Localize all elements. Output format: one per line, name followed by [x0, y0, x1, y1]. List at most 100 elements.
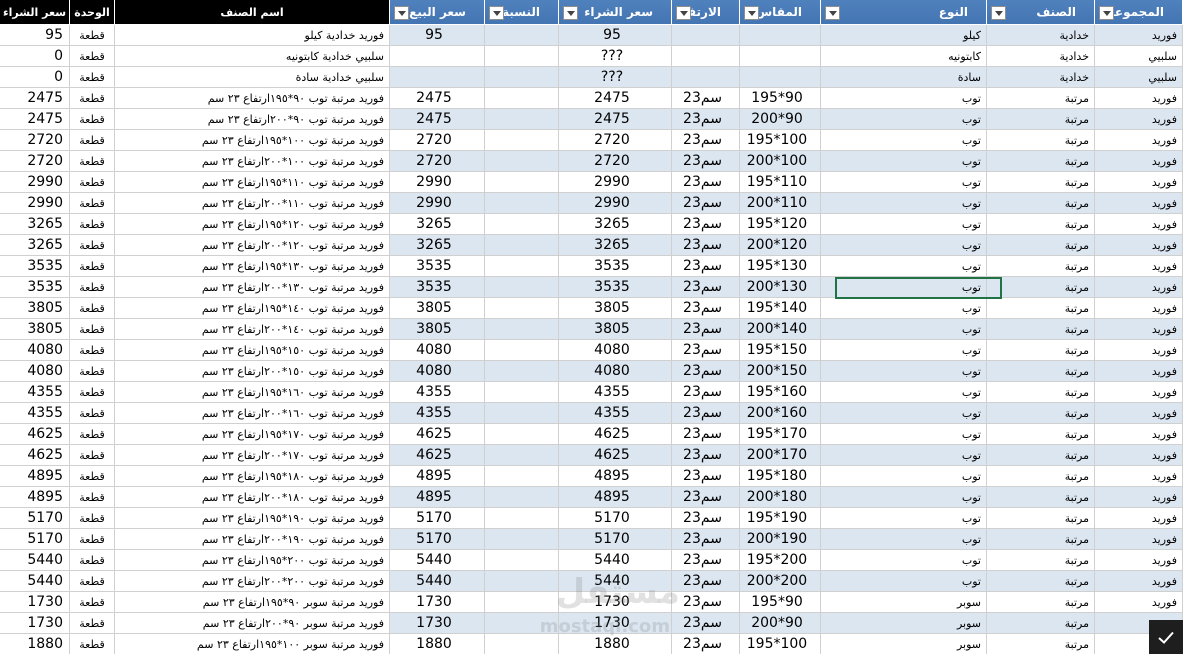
cell-height[interactable]: 23سم [672, 487, 740, 508]
cell-ratio[interactable] [485, 256, 559, 277]
cell-ratio[interactable] [485, 634, 559, 654]
cell-sale-price[interactable]: 2720 [390, 130, 485, 151]
cell-ratio[interactable] [485, 613, 559, 634]
cell-category[interactable]: مرتبة [987, 256, 1095, 277]
cell-size[interactable] [740, 67, 821, 88]
col-header-unit[interactable]: الوحدة [70, 0, 115, 25]
cell-sale-price[interactable] [390, 46, 485, 67]
cell-unit[interactable]: قطعة [70, 235, 115, 256]
cell-sale-price[interactable]: 1880 [390, 634, 485, 654]
cell-category[interactable]: مرتبة [987, 130, 1095, 151]
cell-type[interactable]: توب [821, 130, 987, 151]
cell-ratio[interactable] [485, 529, 559, 550]
cell-size[interactable]: 200*90 [740, 109, 821, 130]
cell-size[interactable]: 195*180 [740, 466, 821, 487]
cell-purchase-price-2[interactable]: 2990 [559, 172, 672, 193]
cell-item-name[interactable]: فوريد مرتبة توب ١٢٠*٢٠٠ارتفاع ٢٣ سم [115, 235, 390, 256]
cell-purchase-price-2[interactable]: 3535 [559, 277, 672, 298]
cell-item-name[interactable]: فوريد مرتبة توب ١٠٠*١٩٥ارتفاع ٢٣ سم [115, 130, 390, 151]
cell-purchase-price-1[interactable]: 4080 [0, 361, 70, 382]
cell-item-name[interactable]: فوريد مرتبة توب ١٣٠*٢٠٠ارتفاع ٢٣ سم [115, 277, 390, 298]
cell-group[interactable]: فوريد [1095, 88, 1183, 109]
cell-ratio[interactable] [485, 550, 559, 571]
cell-group[interactable]: فوريد [1095, 235, 1183, 256]
cell-size[interactable] [740, 25, 821, 46]
cell-type[interactable]: توب [821, 214, 987, 235]
cell-category[interactable]: مرتبة [987, 319, 1095, 340]
cell-category[interactable]: خدادية [987, 25, 1095, 46]
cell-sale-price[interactable]: 3535 [390, 256, 485, 277]
cell-type[interactable]: توب [821, 571, 987, 592]
cell-size[interactable]: 200*200 [740, 571, 821, 592]
cell-item-name[interactable]: فوريد خدادية كيلو [115, 25, 390, 46]
cell-category[interactable]: مرتبة [987, 508, 1095, 529]
cell-sale-price[interactable]: 1730 [390, 613, 485, 634]
cell-purchase-price-2[interactable]: 1880 [559, 634, 672, 654]
cell-ratio[interactable] [485, 571, 559, 592]
cell-purchase-price-1[interactable]: 3265 [0, 235, 70, 256]
cell-category[interactable]: مرتبة [987, 340, 1095, 361]
cell-ratio[interactable] [485, 151, 559, 172]
cell-category[interactable]: مرتبة [987, 424, 1095, 445]
col-header-ratio[interactable]: النسبة [485, 0, 559, 25]
cell-size[interactable]: 200*140 [740, 319, 821, 340]
cell-size[interactable]: 200*160 [740, 403, 821, 424]
cell-group[interactable]: فوريد [1095, 529, 1183, 550]
cell-unit[interactable]: قطعة [70, 487, 115, 508]
filter-dropdown-icon[interactable] [744, 6, 759, 20]
cell-purchase-price-1[interactable]: 4625 [0, 445, 70, 466]
cell-purchase-price-2[interactable]: 4080 [559, 340, 672, 361]
cell-item-name[interactable]: فوريد مرتبة توب ١٩٠*١٩٥ارتفاع ٢٣ سم [115, 508, 390, 529]
cell-height[interactable]: 23سم [672, 445, 740, 466]
cell-ratio[interactable] [485, 487, 559, 508]
cell-purchase-price-1[interactable]: 4355 [0, 382, 70, 403]
cell-category[interactable]: مرتبة [987, 445, 1095, 466]
cell-ratio[interactable] [485, 214, 559, 235]
cell-purchase-price-1[interactable]: 4895 [0, 466, 70, 487]
cell-height[interactable]: 23سم [672, 571, 740, 592]
cell-unit[interactable]: قطعة [70, 592, 115, 613]
cell-group[interactable]: فوريد [1095, 361, 1183, 382]
cell-item-name[interactable]: فوريد مرتبة توب ١٤٠*٢٠٠ارتفاع ٢٣ سم [115, 319, 390, 340]
cell-group[interactable]: فوريد [1095, 214, 1183, 235]
cell-unit[interactable]: قطعة [70, 214, 115, 235]
cell-height[interactable]: 23سم [672, 592, 740, 613]
cell-unit[interactable]: قطعة [70, 319, 115, 340]
cell-group[interactable]: فوريد [1095, 130, 1183, 151]
cell-height[interactable]: 23سم [672, 151, 740, 172]
cell-height[interactable]: 23سم [672, 88, 740, 109]
cell-purchase-price-1[interactable]: 4080 [0, 340, 70, 361]
cell-type[interactable]: توب [821, 529, 987, 550]
filter-dropdown-icon[interactable] [991, 6, 1006, 20]
cell-purchase-price-1[interactable]: 2720 [0, 130, 70, 151]
cell-purchase-price-2[interactable]: 1730 [559, 613, 672, 634]
cell-size[interactable]: 195*200 [740, 550, 821, 571]
cell-purchase-price-2[interactable]: 3265 [559, 214, 672, 235]
cell-type[interactable]: توب [821, 319, 987, 340]
cell-item-name[interactable]: فوريد مرتبة توب ٩٠*١٩٥ارتفاع ٢٣ سم [115, 88, 390, 109]
cell-sale-price[interactable]: 95 [390, 25, 485, 46]
cell-item-name[interactable]: فوريد مرتبة توب ١٦٠*١٩٥ارتفاع ٢٣ سم [115, 382, 390, 403]
cell-unit[interactable]: قطعة [70, 25, 115, 46]
cell-item-name[interactable]: فوريد مرتبة توب ١٩٠*٢٠٠ارتفاع ٢٣ سم [115, 529, 390, 550]
cell-category[interactable]: مرتبة [987, 277, 1095, 298]
cell-sale-price[interactable]: 2720 [390, 151, 485, 172]
cell-size[interactable]: 195*90 [740, 592, 821, 613]
cell-item-name[interactable]: فوريد مرتبة توب ١٤٠*١٩٥ارتفاع ٢٣ سم [115, 298, 390, 319]
cell-sale-price[interactable] [390, 67, 485, 88]
cell-group[interactable]: فوريد [1095, 277, 1183, 298]
cell-ratio[interactable] [485, 109, 559, 130]
cell-sale-price[interactable]: 4625 [390, 424, 485, 445]
cell-purchase-price-1[interactable]: 3535 [0, 277, 70, 298]
cell-height[interactable]: 23سم [672, 424, 740, 445]
cell-item-name[interactable]: فوريد مرتبة توب ٢٠٠*٢٠٠ارتفاع ٢٣ سم [115, 571, 390, 592]
cell-type[interactable]: توب [821, 382, 987, 403]
cell-ratio[interactable] [485, 319, 559, 340]
cell-size[interactable]: 200*100 [740, 151, 821, 172]
cell-height[interactable]: 23سم [672, 235, 740, 256]
cell-height[interactable]: 23سم [672, 298, 740, 319]
cell-height[interactable]: 23سم [672, 403, 740, 424]
cell-size[interactable]: 200*190 [740, 529, 821, 550]
filter-dropdown-icon[interactable] [394, 6, 409, 20]
cell-group[interactable]: سلبيي [1095, 46, 1183, 67]
